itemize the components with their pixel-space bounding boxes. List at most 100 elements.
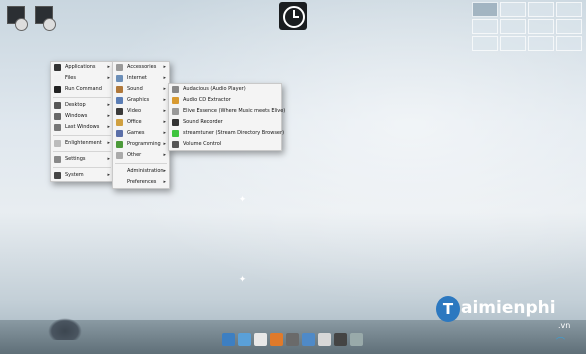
menu-item-label: Files — [65, 75, 76, 81]
main-menu-item-desktop[interactable]: Desktop ▸ — [51, 100, 113, 111]
apps-menu-item-video[interactable]: Video ▸ — [113, 106, 169, 117]
apps-menu-item-preferences[interactable]: Preferences ▸ — [113, 177, 169, 188]
trash-icon[interactable] — [350, 333, 363, 346]
submenu-arrow-icon: ▸ — [163, 108, 166, 114]
submenu-arrow-icon: ▸ — [107, 75, 110, 81]
terminal-icon[interactable] — [334, 333, 347, 346]
menu-item-label: Sound Recorder — [183, 119, 223, 125]
apps-menu-item-other[interactable]: Other ▸ — [113, 150, 169, 161]
workspace-7[interactable] — [528, 19, 554, 34]
submenu-arrow-icon: ▸ — [163, 97, 166, 103]
submenu-arrow-icon: ▸ — [107, 113, 110, 119]
apps-menu-item-graphics[interactable]: Graphics ▸ — [113, 95, 169, 106]
main-menu-item-enlightenment[interactable]: Enlightenment ▸ — [51, 138, 113, 149]
submenu-arrow-icon: ▸ — [163, 86, 166, 92]
workspace-9[interactable] — [472, 36, 498, 51]
clock-gadget[interactable] — [279, 2, 307, 30]
apps-menu-item-sound[interactable]: Sound ▸ — [113, 84, 169, 95]
sound-icon — [116, 86, 123, 93]
enlightenment-icon — [54, 140, 61, 147]
desktop-icon — [54, 102, 61, 109]
sound-menu-item-elive-essence-where-music-meets-elive[interactable]: Elive Essence (Where Music meets Elive) — [169, 106, 285, 117]
menu-item-label: Graphics — [127, 97, 150, 103]
workspace-5[interactable] — [472, 19, 498, 34]
media-player-icon[interactable] — [286, 333, 299, 346]
sound-menu-item-audio-cd-extractor[interactable]: Audio CD Extractor — [169, 95, 281, 106]
submenu-arrow-icon: ▸ — [107, 64, 110, 70]
menu-item-label: Video — [127, 108, 142, 114]
other-icon — [116, 152, 123, 159]
workspace-6[interactable] — [500, 19, 526, 34]
workspace-11[interactable] — [528, 36, 554, 51]
main-menu-item-run-command[interactable]: Run Command — [51, 84, 113, 95]
main-menu-item-applications[interactable]: Applications ▸ — [51, 62, 113, 73]
menu-separator — [53, 97, 111, 98]
watermark-tld: .vn — [558, 321, 571, 330]
last-windows-icon — [54, 124, 61, 131]
submenu-arrow-icon: ▸ — [107, 140, 110, 146]
main-menu-item-windows[interactable]: Windows ▸ — [51, 111, 113, 122]
workspace-3[interactable] — [528, 2, 554, 17]
workspace-10[interactable] — [500, 36, 526, 51]
files-icon[interactable] — [318, 333, 331, 346]
sound-menu-item-streamtuner-stream-directory-browser[interactable]: streamtuner (Stream Directory Browser) — [169, 128, 285, 139]
desktop-camera-icon-2[interactable] — [33, 4, 56, 32]
document-icon[interactable] — [254, 333, 267, 346]
apps-menu-item-programming[interactable]: Programming ▸ — [113, 139, 169, 150]
wifi-icon[interactable]: ⌒ — [556, 338, 570, 348]
firefox-icon[interactable] — [270, 333, 283, 346]
menu-item-label: Preferences — [127, 179, 157, 185]
sparkle-icon: ✦ — [238, 195, 247, 205]
menu-item-label: Enlightenment — [65, 140, 102, 146]
main-menu-item-files[interactable]: Files ▸ — [51, 73, 113, 84]
main-menu: Applications ▸ Files ▸ Run Command Desktop ▸ Wi… — [50, 61, 114, 182]
menu-item-label: System — [65, 172, 84, 178]
submenu-arrow-icon: ▸ — [163, 119, 166, 125]
sound-menu-item-volume-control[interactable]: Volume Control — [169, 139, 281, 150]
sound-menu-item-sound-recorder[interactable]: Sound Recorder — [169, 117, 281, 128]
apps-menu-item-internet[interactable]: Internet ▸ — [113, 73, 169, 84]
menu-item-label: Desktop — [65, 102, 86, 108]
menu-separator — [53, 135, 111, 136]
workspace-2[interactable] — [500, 2, 526, 17]
main-menu-item-settings[interactable]: Settings ▸ — [51, 154, 113, 165]
sparkle-icon: ✦ — [238, 275, 247, 285]
games-icon — [116, 130, 123, 137]
menu-separator — [115, 163, 167, 164]
menu-item-label: Applications — [65, 64, 96, 70]
main-menu-item-system[interactable]: System ▸ — [51, 170, 113, 181]
menu-item-label: Windows — [65, 113, 88, 119]
menu-item-label: streamtuner (Stream Directory Browser) — [183, 130, 285, 136]
menu-item-label: Settings — [65, 156, 86, 162]
workspace-1[interactable] — [472, 2, 498, 17]
apps-menu-item-games[interactable]: Games ▸ — [113, 128, 169, 139]
workspace-pager[interactable] — [470, 2, 586, 51]
workspace-12[interactable] — [556, 36, 582, 51]
menu-item-label: Volume Control — [183, 141, 222, 147]
system-icon — [54, 172, 61, 179]
menu-separator — [53, 167, 111, 168]
settings-icon[interactable] — [302, 333, 315, 346]
menu-separator — [53, 151, 111, 152]
menu-item-label: Run Command — [65, 86, 102, 92]
menu-item-label: Internet — [127, 75, 147, 81]
administration-icon — [116, 168, 123, 175]
menu-item-label: Administration — [127, 168, 164, 174]
submenu-arrow-icon: ▸ — [107, 124, 110, 130]
monitor-icon[interactable] — [222, 333, 235, 346]
workspace-8[interactable] — [556, 19, 582, 34]
menu-item-label: Last Windows — [65, 124, 100, 130]
graphics-icon — [116, 97, 123, 104]
apps-menu-item-accessories[interactable]: Accessories ▸ — [113, 62, 169, 73]
desktop-camera-icon-1[interactable] — [5, 4, 28, 32]
menu-item-label: Audio CD Extractor — [183, 97, 231, 103]
apps-menu-item-office[interactable]: Office ▸ — [113, 117, 169, 128]
sound-menu-item-audacious-audio-player[interactable]: Audacious (Audio Player) — [169, 84, 281, 95]
main-menu-item-last-windows[interactable]: Last Windows ▸ — [51, 122, 113, 133]
cd-extractor-icon — [172, 97, 179, 104]
audacious-icon — [172, 86, 179, 93]
submenu-arrow-icon: ▸ — [163, 179, 166, 185]
search-icon[interactable] — [238, 333, 251, 346]
workspace-4[interactable] — [556, 2, 582, 17]
apps-menu-item-administration[interactable]: Administration ▸ — [113, 166, 169, 177]
